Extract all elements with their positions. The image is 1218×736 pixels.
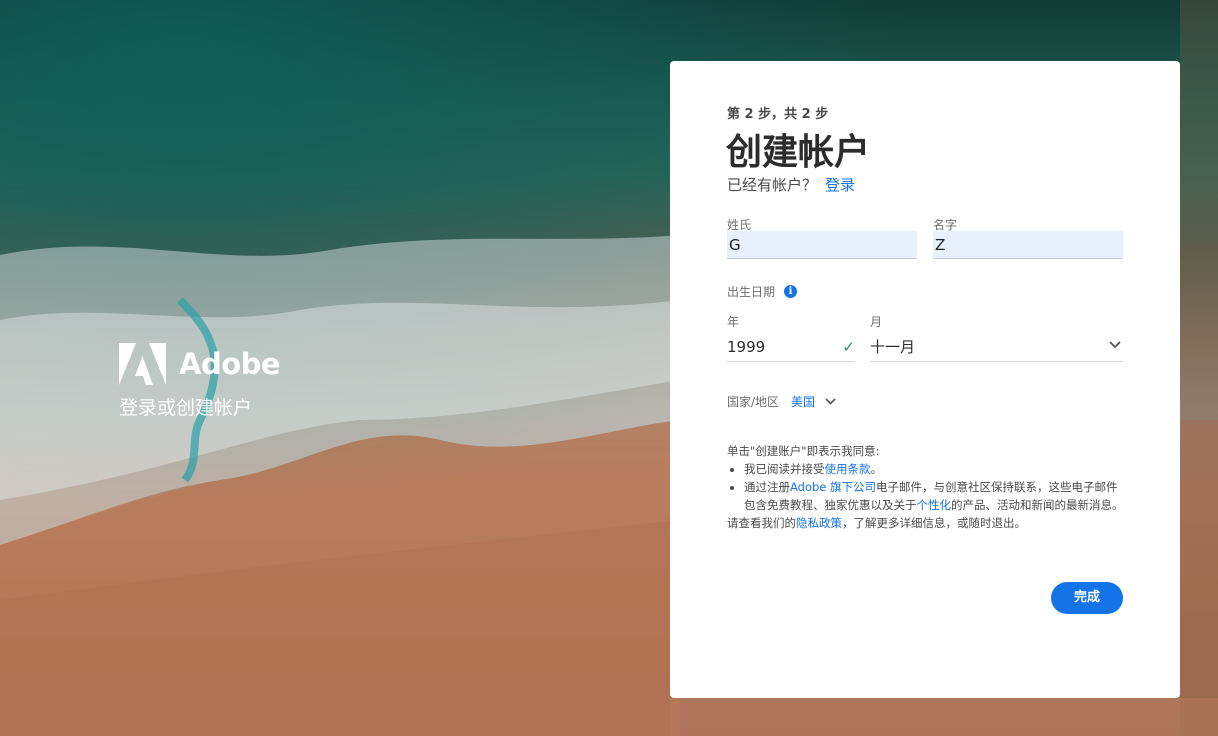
adobe-companies-link[interactable]: Adobe 旗下公司 — [790, 480, 876, 494]
page-title: 创建帐户 — [726, 132, 871, 173]
legal-footer-post: ，了解更多详细信息，或随时退出。 — [842, 516, 1026, 530]
month-select[interactable]: 十一月 — [870, 332, 1123, 362]
country-label: 国家/地区 — [727, 395, 780, 409]
country-value[interactable]: 美国 — [791, 393, 815, 410]
step-indicator: 第 2 步，共 2 步 — [727, 107, 829, 122]
have-account-line: 已经有帐户？ 登录 — [727, 174, 855, 195]
legal-bullet-email: 通过注册Adobe 旗下公司电子邮件，与创意社区保持联系，这些电子邮件包含免费教… — [744, 478, 1127, 514]
legal-email-post: 的产品、活动和新闻的最新消息。 — [951, 498, 1124, 512]
done-button[interactable]: 完成 — [1051, 582, 1123, 614]
adobe-logo-icon — [119, 343, 166, 385]
personalization-link[interactable]: 个性化 — [917, 498, 952, 512]
legal-bullet-terms: 我已阅读并接受使用条款。 — [744, 460, 1127, 478]
have-account-text: 已经有帐户？ — [727, 176, 818, 194]
year-label: 年 — [727, 315, 740, 329]
year-input[interactable]: 1999 ✓ — [727, 332, 855, 362]
chevron-down-icon — [1109, 341, 1121, 349]
legal-terms-post: 。 — [870, 462, 883, 476]
legal-email-pre: 通过注册 — [744, 480, 790, 494]
first-name-input[interactable]: Z — [933, 231, 1123, 259]
check-icon: ✓ — [842, 338, 855, 356]
month-value: 十一月 — [870, 338, 916, 356]
legal-footer: 请查看我们的隐私政策，了解更多详细信息，或随时退出。 — [727, 514, 1127, 532]
month-label: 月 — [870, 315, 883, 329]
dob-label: 出生日期 — [727, 285, 776, 299]
legal-text: 单击"创建账户"即表示我同意: 我已阅读并接受使用条款。 通过注册Adobe 旗… — [727, 442, 1127, 532]
info-icon[interactable]: i — [784, 285, 798, 298]
chevron-down-icon — [825, 398, 836, 405]
country-row[interactable]: 国家/地区 美国 — [727, 393, 836, 410]
legal-footer-pre: 请查看我们的 — [727, 516, 796, 530]
legal-intro: 单击"创建账户"即表示我同意: — [727, 444, 880, 458]
brand-tagline: 登录或创建帐户 — [119, 397, 253, 419]
signin-link[interactable]: 登录 — [825, 176, 855, 194]
legal-terms-pre: 我已阅读并接受 — [744, 462, 825, 476]
last-name-input[interactable]: G — [727, 231, 917, 259]
signup-card: 第 2 步，共 2 步 创建帐户 已经有帐户？ 登录 姓氏 G 名字 Z 出生日期… — [670, 61, 1180, 698]
year-value: 1999 — [727, 338, 766, 356]
privacy-policy-link[interactable]: 隐私政策 — [796, 516, 842, 530]
dob-label-row: 出生日期 i — [727, 283, 798, 300]
brand-name: Adobe — [179, 347, 281, 381]
terms-of-use-link[interactable]: 使用条款 — [825, 462, 871, 476]
adobe-brand: Adobe 登录或创建帐户 — [119, 343, 281, 420]
